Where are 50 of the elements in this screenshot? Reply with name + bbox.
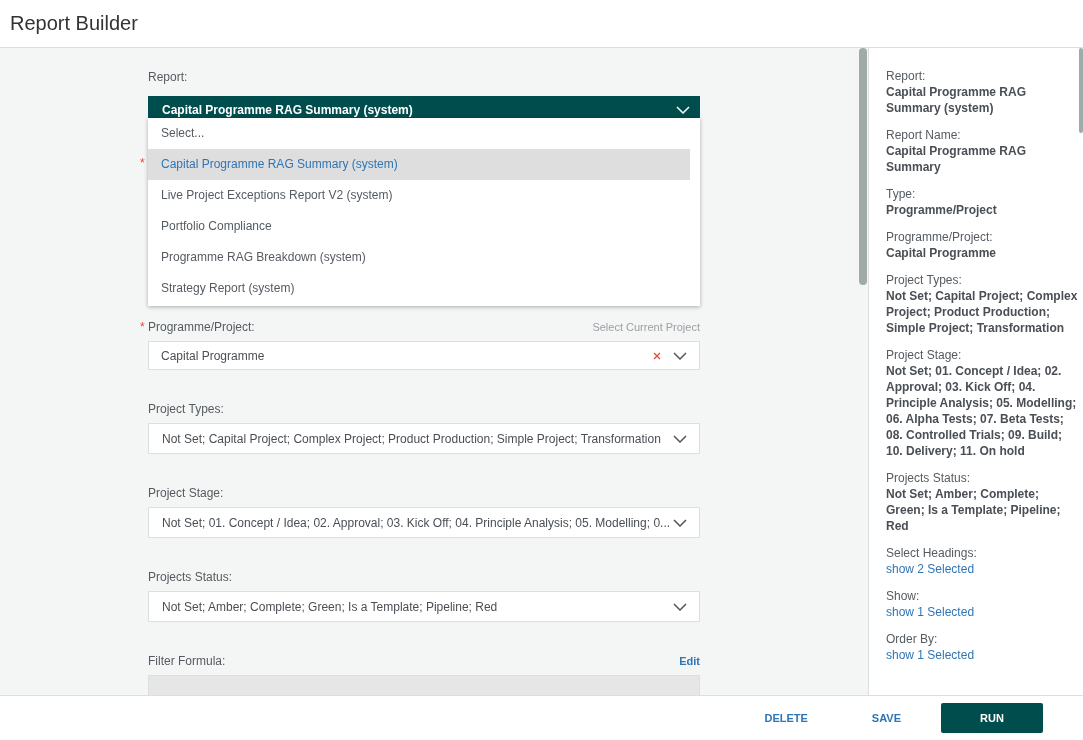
multiselect-field[interactable]: Not Set; Capital Project; Complex Project; Product Production; Simple Project; Transformation [148, 423, 700, 454]
page-title: Report Builder [10, 12, 138, 35]
summary-value: Programme/Project [886, 202, 998, 218]
show-link[interactable]: show 2 Selected [886, 561, 1079, 577]
summary-label: Report Name: [886, 127, 962, 143]
edit-link[interactable]: Edit [679, 655, 700, 667]
field-label: Project Types: [148, 402, 224, 416]
dropdown-option[interactable]: Strategy Report (system) [148, 273, 690, 304]
summary-label: Order By: [886, 631, 939, 647]
summary-value: Capital Programme RAG Summary [886, 143, 1028, 175]
field-label: Programme/Project: [148, 320, 255, 334]
summary-value: Not Set; Capital Project; Complex Project; Product Production; Simple Project; Transformation [886, 288, 1079, 336]
dropdown-option[interactable]: Live Project Exceptions Report V2 (system) [148, 180, 690, 211]
clear-icon[interactable] [653, 351, 661, 360]
summary-value: Not Set; 01. Concept / Idea; 02. Approval; 03. Kick Off; 04. Principle Analysis; 05. Modelling; 06. Alpha Tests; 07. Beta Tests; 08. Controlled Trials; 09. Build; 10. Delivery; 11. On hold [886, 363, 1078, 459]
summary-value: Not Set; Amber; Complete; Green; Is a Template; Pipeline; Red [886, 486, 1062, 534]
field-label: Projects Status: [148, 570, 233, 584]
dropdown-option[interactable]: Portfolio Compliance [148, 211, 690, 242]
select-field[interactable]: Capital Programme [148, 341, 700, 370]
chevron-down-icon [673, 434, 687, 443]
footer-button[interactable]: SAVE [839, 703, 933, 733]
summary-label: Project Stage: [886, 347, 963, 363]
chevron-down-icon [673, 518, 687, 527]
field-label: Report: [148, 70, 189, 84]
chevron-down-icon [676, 106, 690, 114]
show-link[interactable]: show 1 Selected [886, 604, 1079, 620]
show-link[interactable]: show 1 Selected [886, 647, 1079, 663]
scrollbar-thumb[interactable] [1079, 48, 1083, 133]
multiselect-field[interactable]: Not Set; 01. Concept / Idea; 02. Approval; 03. Kick Off; 04. Principle Analysis; 05. Modelling; 0... [148, 507, 700, 538]
field-label: Project Stage: [148, 486, 224, 500]
scrollbar-thumb[interactable] [859, 48, 867, 285]
field-label: Filter Formula: [148, 654, 226, 668]
summary-label: Report: [886, 68, 927, 84]
summary-value: Capital Programme [886, 245, 998, 261]
summary-label: Project Types: [886, 272, 963, 288]
dropdown-option[interactable]: Programme RAG Breakdown (system) [148, 242, 690, 273]
multiselect-field[interactable]: Not Set; Amber; Complete; Green; Is a Template; Pipeline; Red [148, 591, 700, 622]
dropdown-option[interactable]: Capital Programme RAG Summary (system) [148, 149, 690, 180]
summary-label: Type: [886, 186, 917, 202]
summary-label: Show: [886, 588, 921, 604]
required-mark: * [140, 156, 145, 170]
footer-button[interactable]: RUN [941, 703, 1043, 733]
required-mark: * [140, 320, 145, 334]
summary-label: Select Headings: [886, 545, 978, 561]
footer-button[interactable]: DELETE [732, 703, 840, 733]
summary-label: Programme/Project: [886, 229, 994, 245]
chevron-down-icon [673, 602, 687, 611]
summary-label: Projects Status: [886, 470, 972, 486]
chevron-down-icon [673, 351, 687, 360]
summary-value: Capital Programme RAG Summary (system) [886, 84, 1028, 116]
